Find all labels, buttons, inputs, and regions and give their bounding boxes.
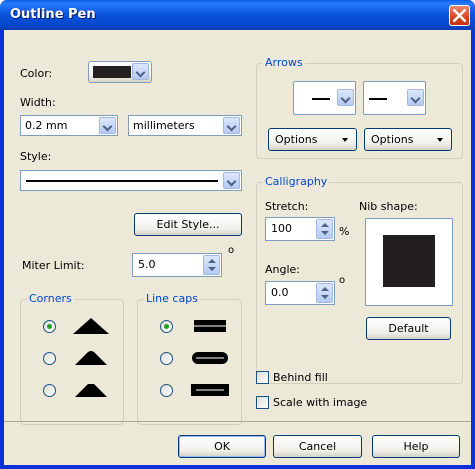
width-units-select[interactable]: millimeters <box>128 115 242 136</box>
calligraphy-title: Calligraphy <box>263 175 330 188</box>
start-arrow-options-button[interactable]: Options <box>268 128 357 151</box>
spinner-arrows[interactable] <box>203 255 220 275</box>
degree-symbol: o <box>228 245 235 256</box>
ok-button[interactable]: OK <box>178 435 266 458</box>
corner-bevel-radio[interactable] <box>43 384 56 397</box>
corners-title: Corners <box>27 292 74 305</box>
chevron-down-icon <box>132 63 149 80</box>
window-title: Outline Pen <box>10 7 96 22</box>
start-arrow-preview <box>312 98 330 100</box>
percent-symbol: % <box>339 225 350 238</box>
corner-miter-radio[interactable] <box>43 320 56 333</box>
default-button[interactable]: Default <box>366 317 451 340</box>
angle-value: 0.0 <box>271 286 289 299</box>
spinner-arrows[interactable] <box>316 219 333 239</box>
style-label: Style: <box>20 150 52 163</box>
round-corner-icon <box>75 351 107 365</box>
dialog-body: Color: Width: 0.2 mm millimeters Style: … <box>4 30 471 465</box>
cancel-button[interactable]: Cancel <box>273 435 362 458</box>
miter-limit-value: 5.0 <box>138 258 156 271</box>
width-value: 0.2 mm <box>25 119 68 132</box>
round-cap-icon <box>192 352 228 364</box>
angle-label: Angle: <box>265 263 301 276</box>
square-cap-icon <box>191 384 229 396</box>
corners-group: Corners <box>20 292 124 425</box>
calligraphy-group: Calligraphy Stretch: 100 % Angle: 0.0 o … <box>256 175 463 384</box>
outline-pen-dialog: Outline Pen Color: Width: 0.2 mm millime… <box>0 0 475 469</box>
width-units: millimeters <box>133 119 195 132</box>
close-button[interactable] <box>449 5 470 26</box>
separator <box>4 421 471 422</box>
stretch-value: 100 <box>271 222 292 235</box>
corner-round-radio[interactable] <box>43 352 56 365</box>
arrows-title: Arrows <box>263 56 305 69</box>
end-arrow-select[interactable] <box>363 81 426 115</box>
arrows-group: Arrows Options Options <box>256 56 463 159</box>
chevron-down-icon <box>337 89 354 106</box>
angle-spinner[interactable]: 0.0 <box>265 281 335 305</box>
chevron-down-icon <box>223 172 240 189</box>
nib-shape <box>383 235 435 287</box>
end-arrow-preview <box>369 98 387 100</box>
options-label: Options <box>371 133 414 146</box>
behind-fill-checkbox[interactable] <box>256 371 269 384</box>
nib-shape-label: Nib shape: <box>359 200 418 213</box>
help-button[interactable]: Help <box>372 435 460 458</box>
color-picker-button[interactable] <box>88 61 152 83</box>
edit-style-button[interactable]: Edit Style... <box>134 213 242 236</box>
close-icon <box>453 9 466 22</box>
cap-butt-radio[interactable] <box>160 320 173 333</box>
chevron-down-icon <box>407 89 424 106</box>
color-label: Color: <box>20 67 53 80</box>
title-bar[interactable]: Outline Pen <box>0 0 475 30</box>
chevron-down-icon <box>223 117 240 134</box>
degree-symbol: o <box>339 275 346 286</box>
options-label: Options <box>275 133 318 146</box>
end-arrow-options-button[interactable]: Options <box>364 128 452 151</box>
stretch-label: Stretch: <box>265 200 309 213</box>
width-label: Width: <box>20 96 56 109</box>
dropdown-triangle-icon <box>342 138 348 142</box>
miter-corner-icon <box>73 318 109 334</box>
miter-limit-spinner[interactable]: 5.0 <box>132 253 222 277</box>
miter-limit-label: Miter Limit: <box>22 259 85 272</box>
line-style-preview <box>26 180 218 182</box>
dropdown-triangle-icon <box>437 138 443 142</box>
bevel-corner-icon <box>75 384 107 397</box>
color-swatch <box>93 66 131 78</box>
line-caps-title: Line caps <box>144 292 200 305</box>
start-arrow-select[interactable] <box>293 81 356 115</box>
behind-fill-label[interactable]: Behind fill <box>273 371 328 384</box>
line-caps-group: Line caps <box>137 292 242 425</box>
cap-square-radio[interactable] <box>160 384 173 397</box>
scale-with-image-label[interactable]: Scale with image <box>273 396 367 409</box>
butt-cap-icon <box>194 320 226 332</box>
scale-with-image-checkbox[interactable] <box>256 396 269 409</box>
line-style-select[interactable] <box>20 170 242 191</box>
chevron-down-icon <box>99 117 116 134</box>
width-value-select[interactable]: 0.2 mm <box>20 115 118 136</box>
spinner-arrows[interactable] <box>316 283 333 303</box>
stretch-spinner[interactable]: 100 <box>265 217 335 241</box>
nib-shape-preview[interactable] <box>365 218 453 306</box>
cap-round-radio[interactable] <box>160 352 173 365</box>
